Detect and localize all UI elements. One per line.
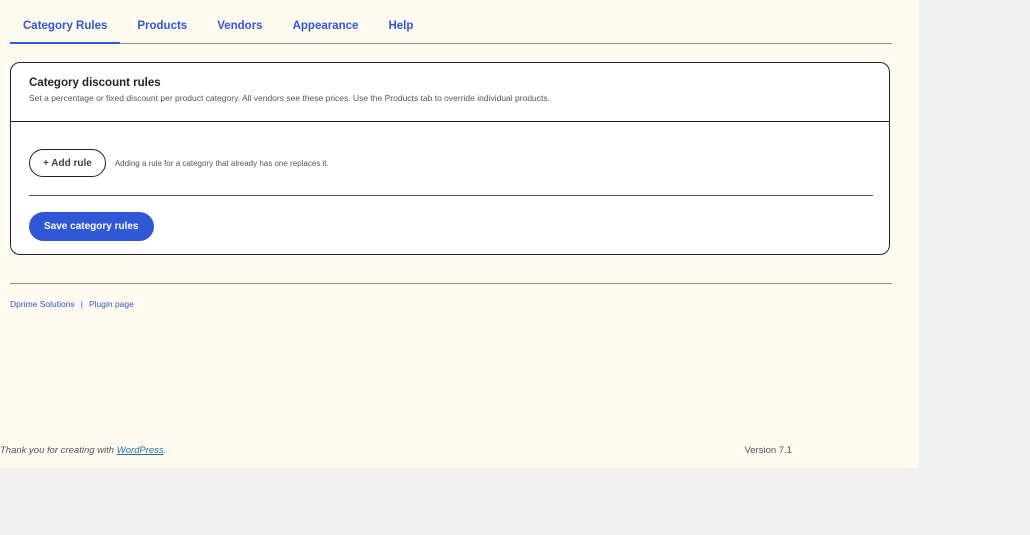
card-header: Category discount rules Set a percentage… xyxy=(11,63,889,122)
tab-vendors[interactable]: Vendors xyxy=(204,20,275,43)
footer-separator: | xyxy=(80,299,83,309)
wp-version: Version 7.1 xyxy=(744,445,792,456)
plugin-footer-links: Dprime Solutions | Plugin page xyxy=(10,299,134,309)
tab-category-rules[interactable]: Category Rules xyxy=(10,20,121,44)
tab-products[interactable]: Products xyxy=(124,20,200,43)
add-rule-button[interactable]: + Add rule xyxy=(29,149,106,177)
wp-thanks-suffix: . xyxy=(163,445,167,456)
card-title: Category discount rules xyxy=(29,77,161,89)
tab-help[interactable]: Help xyxy=(375,20,426,43)
wp-footer-thanks: Thank you for creating with WordPress. xyxy=(0,445,166,456)
save-category-rules-button[interactable]: Save category rules xyxy=(29,212,154,241)
wordpress-link[interactable]: WordPress xyxy=(117,445,164,456)
add-rule-row: + Add rule Adding a rule for a category … xyxy=(29,149,329,177)
admin-content-area: Category Rules Products Vendors Appearan… xyxy=(0,0,919,468)
footer-divider xyxy=(10,283,892,284)
category-rules-card: Category discount rules Set a percentage… xyxy=(10,62,890,255)
plugin-page-link[interactable]: Plugin page xyxy=(89,299,134,309)
company-link[interactable]: Dprime Solutions xyxy=(10,299,75,309)
tab-appearance[interactable]: Appearance xyxy=(280,20,372,43)
tab-bar: Category Rules Products Vendors Appearan… xyxy=(10,0,892,44)
add-rule-note: Adding a rule for a category that alread… xyxy=(114,158,329,168)
wp-thanks-prefix: Thank you for creating with xyxy=(0,445,115,456)
card-description: Set a percentage or fixed discount per p… xyxy=(29,93,550,103)
card-divider xyxy=(29,195,873,196)
